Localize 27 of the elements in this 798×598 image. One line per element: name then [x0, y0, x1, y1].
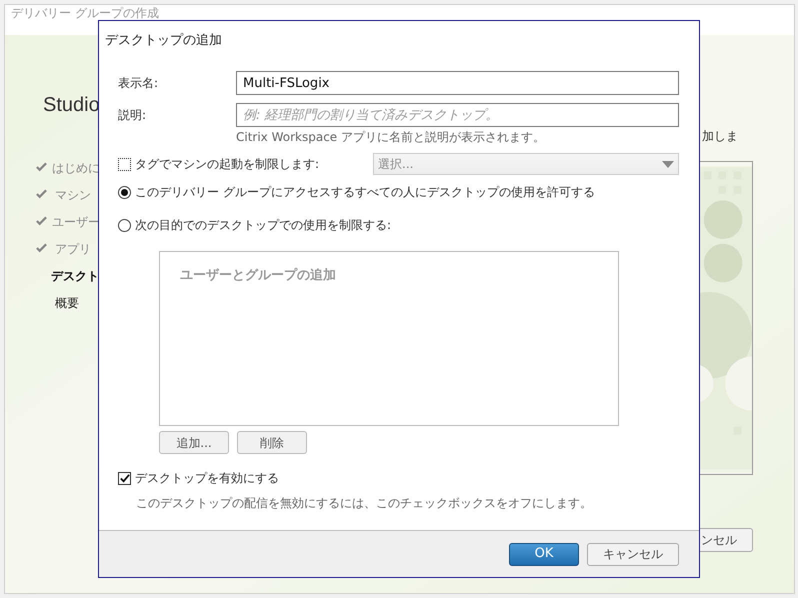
radio-button[interactable]	[118, 186, 131, 198]
radio-label: このデリバリー グループにアクセスするすべての人にデスクトップの使用を許可する	[135, 184, 595, 201]
checkbox[interactable]	[118, 158, 131, 170]
dialog-title: デスクトップの追加	[105, 33, 222, 48]
cancel-button[interactable]: キャンセル	[587, 542, 679, 566]
checkbox-label: デスクトップを有効にする	[135, 470, 279, 487]
list-button[interactable]: 追加...	[159, 431, 229, 454]
list-placeholder: ユーザーとグループの追加	[180, 268, 336, 283]
checkbox[interactable]	[118, 472, 131, 484]
checkbox-label: タグでマシンの起動を制限します:	[135, 156, 320, 173]
radio-button[interactable]	[118, 218, 131, 232]
wizard-heading: Studio	[43, 93, 99, 118]
display-name-field[interactable]: Multi-FSLogix	[236, 71, 679, 95]
window-title: デリバリー グループの作成	[11, 7, 159, 19]
wizard-step[interactable]: デスクト	[51, 267, 99, 285]
list-button[interactable]: 削除	[237, 431, 307, 454]
ok-button[interactable]: OK	[509, 542, 579, 566]
cancel-button[interactable]: ンセル	[698, 528, 753, 552]
radio-label: 次の目的でのデスクトップでの使用を制限する:	[135, 217, 392, 234]
hint-text: このデスクトップの配信を無効にするには、このチェックボックスをオフにします。	[136, 495, 593, 512]
description-field[interactable]: 例: 経理部門の割り当て済みデスクトップ。	[236, 103, 679, 127]
field-label: 表示名:	[118, 75, 160, 92]
wizard-step[interactable]: 概要	[55, 294, 79, 312]
description-text: 加しま	[702, 128, 739, 145]
field-label: 説明:	[118, 107, 148, 124]
dropdown-icon	[662, 160, 674, 168]
hint-text: Citrix Workspace アプリに名前と説明が表示されます。	[236, 129, 546, 146]
